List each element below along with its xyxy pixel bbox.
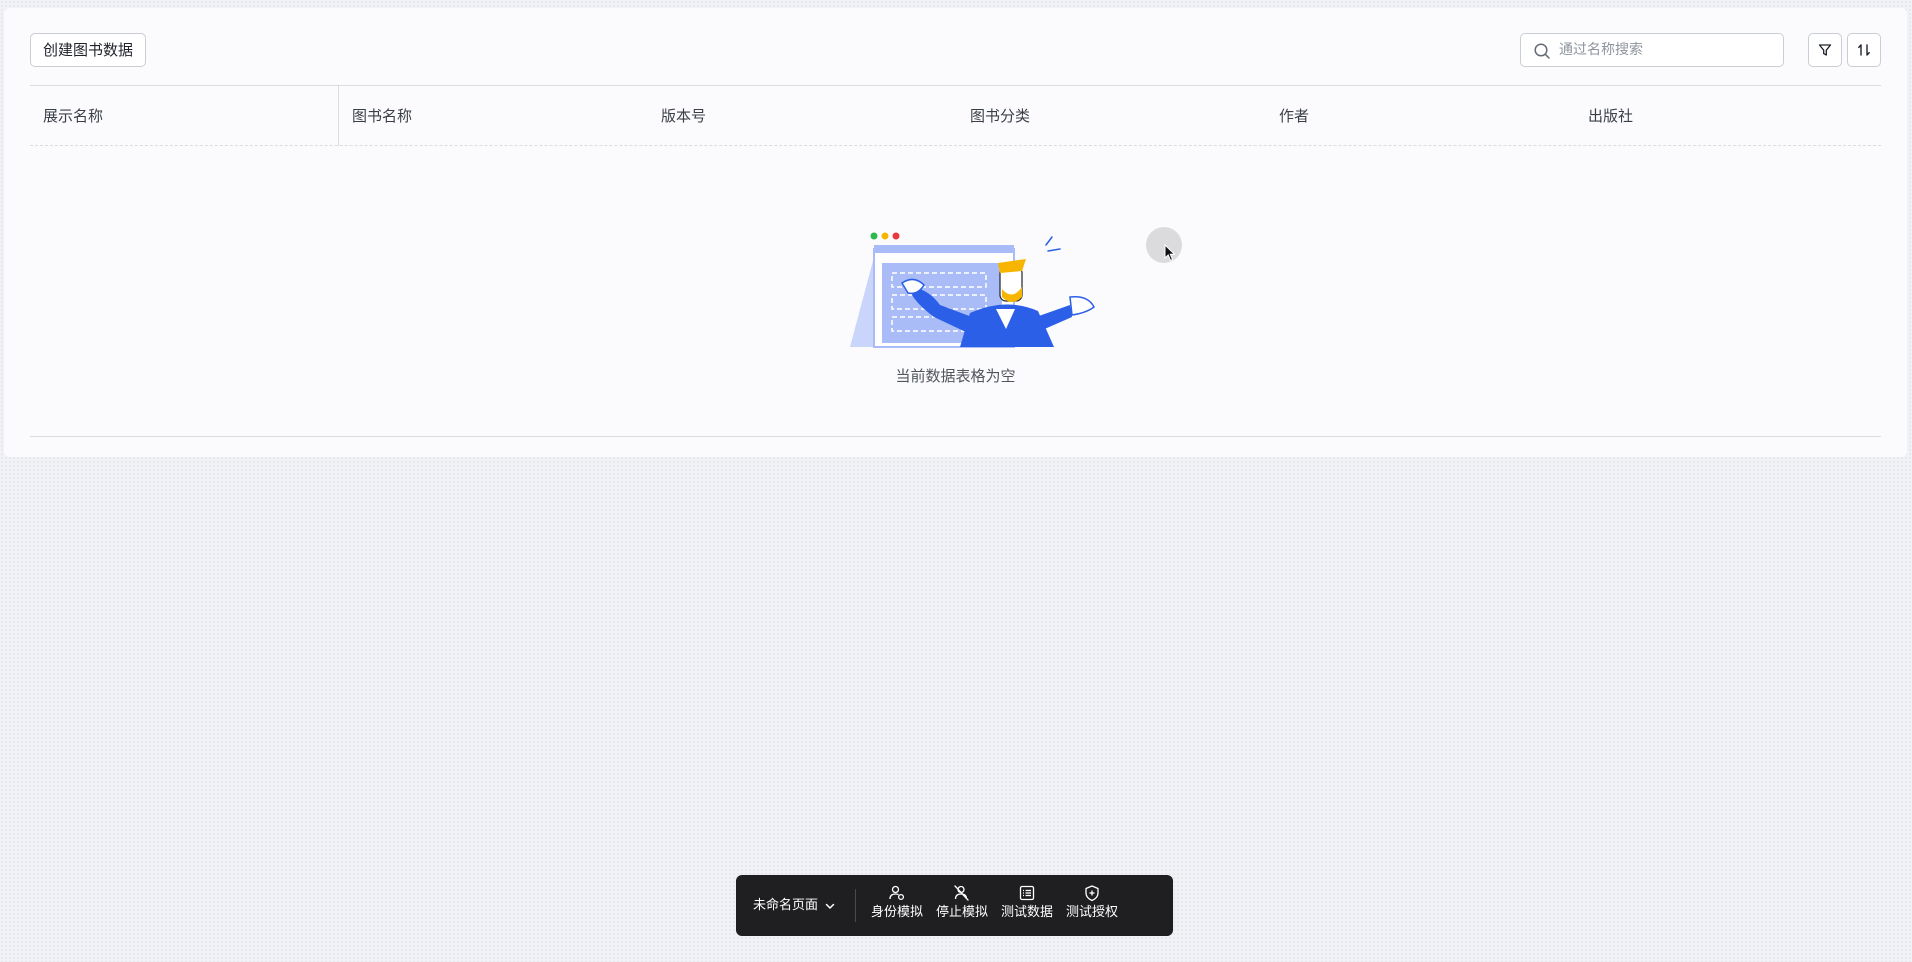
- filter-icon: [1818, 44, 1832, 56]
- table-bottom-divider: [30, 436, 1881, 437]
- table-header: 展示名称 图书名称 版本号 图书分类 作者 出版社: [30, 85, 1881, 146]
- test-data-button[interactable]: 测试数据: [994, 883, 1060, 929]
- main-card: 创建图书数据 展示名称 图书名称 版本号 图书分类 作者 出版社: [4, 8, 1907, 457]
- user-off-icon: [954, 885, 969, 901]
- sort-icon: [1858, 44, 1870, 56]
- column-header-display-name[interactable]: 展示名称: [30, 86, 339, 146]
- page-select[interactable]: 未命名页面: [753, 875, 836, 936]
- data-table: 展示名称 图书名称 版本号 图书分类 作者 出版社 当前数据表格为空: [30, 85, 1881, 437]
- empty-state-text: 当前数据表格为空: [895, 367, 1016, 385]
- test-auth-label: 测试授权: [1065, 905, 1118, 920]
- user-settings-icon: [889, 885, 905, 901]
- empty-illustration: [850, 232, 1095, 348]
- stop-simulate-label: 停止模拟: [935, 905, 988, 920]
- dock-divider: [855, 889, 856, 922]
- identity-simulate-label: 身份模拟: [870, 905, 923, 920]
- column-header-author[interactable]: 作者: [1266, 86, 1575, 146]
- identity-simulate-button[interactable]: 身份模拟: [864, 883, 930, 929]
- sort-button[interactable]: [1847, 33, 1881, 67]
- filter-button[interactable]: [1808, 33, 1842, 67]
- column-header-book-name[interactable]: 图书名称: [339, 86, 648, 146]
- page-select-label: 未命名页面: [753, 898, 819, 913]
- test-data-label: 测试数据: [1000, 905, 1053, 920]
- list-icon: [1019, 885, 1035, 901]
- search-icon: [1534, 43, 1550, 59]
- mouse-cursor-icon: [1164, 244, 1176, 262]
- create-book-button[interactable]: 创建图书数据: [30, 33, 147, 67]
- test-auth-button[interactable]: 测试授权: [1059, 883, 1125, 929]
- shield-plus-icon: [1085, 885, 1099, 902]
- stop-simulate-button[interactable]: 停止模拟: [929, 883, 995, 929]
- chevron-down-icon: [825, 903, 835, 909]
- column-header-publisher[interactable]: 出版社: [1575, 86, 1875, 146]
- search-input[interactable]: [1559, 40, 1773, 60]
- toolbar: 创建图书数据: [30, 33, 1881, 67]
- column-header-category[interactable]: 图书分类: [957, 86, 1266, 146]
- column-header-version[interactable]: 版本号: [648, 86, 957, 146]
- debug-dock: 未命名页面 身份模拟 停止模拟 测试数据 测试授权: [736, 875, 1173, 936]
- search-box[interactable]: [1520, 33, 1784, 67]
